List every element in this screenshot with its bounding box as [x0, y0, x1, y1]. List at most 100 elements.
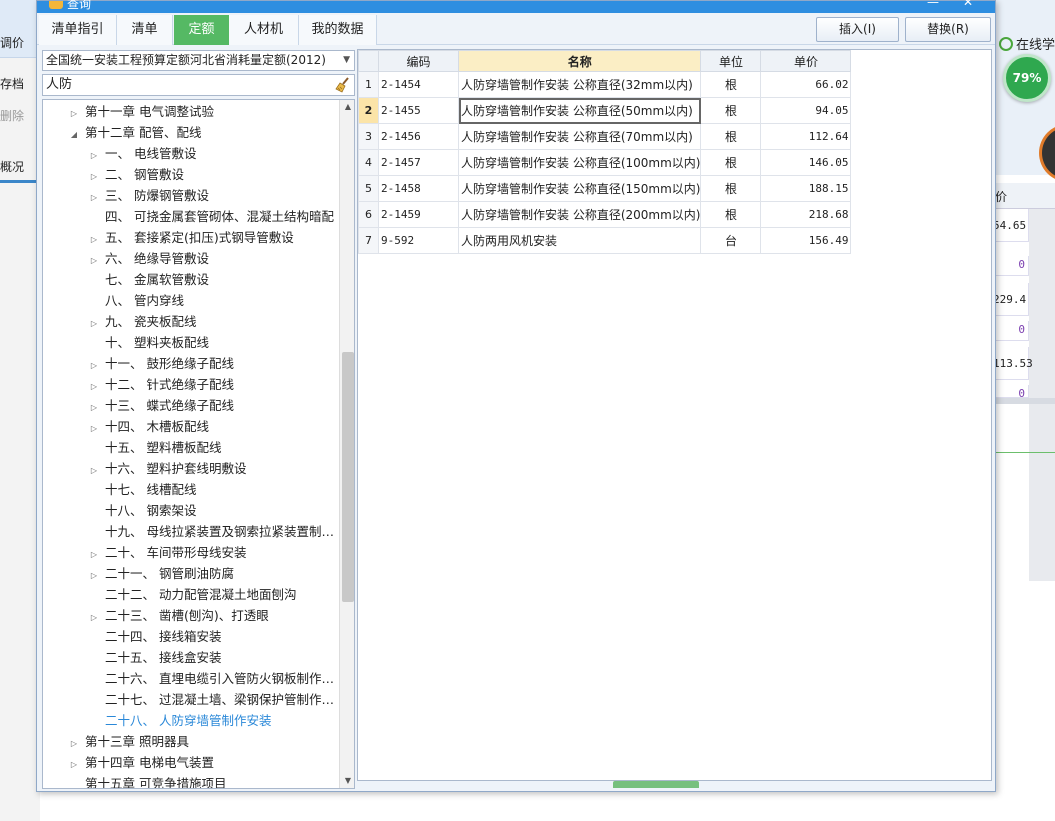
expand-arrow-icon[interactable]: ▷	[89, 460, 99, 481]
code-cell[interactable]: 2-1455	[378, 97, 459, 124]
online-learning-link[interactable]: 在线学	[999, 34, 1055, 53]
row-index-cell[interactable]: 5	[358, 175, 379, 202]
tree-item[interactable]: ▷ 二、 钢管敷设	[89, 164, 184, 185]
tree-item[interactable]: 十、 塑料夹板配线	[89, 332, 209, 353]
expand-arrow-icon[interactable]: ▷	[89, 376, 99, 397]
panel-resize-grip[interactable]	[613, 781, 699, 788]
code-cell[interactable]: 2-1458	[378, 175, 459, 202]
name-cell[interactable]: 人防两用风机安装	[457, 227, 702, 254]
tab-norm[interactable]: 定额	[174, 15, 229, 45]
name-cell[interactable]: 人防穿墙管制作安装 公称直径(150mm以内)	[457, 175, 702, 202]
name-cell[interactable]: 人防穿墙管制作安装 公称直径(70mm以内)	[457, 123, 702, 150]
price-cell[interactable]: 146.05	[760, 149, 852, 176]
dialog-titlebar[interactable]: 查询 — ✕	[37, 0, 995, 13]
unit-cell[interactable]: 根	[700, 201, 762, 228]
tree-item[interactable]: 二十七、 过混凝土墙、梁钢保护管制作…	[89, 689, 334, 710]
scroll-thumb[interactable]	[342, 352, 354, 602]
tree-item[interactable]: 十七、 线槽配线	[89, 479, 196, 500]
code-cell[interactable]: 2-1456	[378, 123, 459, 150]
expand-arrow-icon[interactable]: ▷	[89, 145, 99, 166]
expand-arrow-icon[interactable]: ▷	[89, 607, 99, 628]
price-cell[interactable]: 112.64	[760, 123, 852, 150]
price-cell[interactable]: 66.02	[760, 71, 852, 98]
code-cell[interactable]: 9-592	[378, 227, 459, 254]
code-cell[interactable]: 2-1454	[378, 71, 459, 98]
column-header-code[interactable]: 编码	[378, 50, 459, 72]
table-row[interactable]: 5 2-1458 人防穿墙管制作安装 公称直径(150mm以内) 根 188.15	[358, 175, 852, 202]
column-header-index[interactable]	[358, 50, 379, 72]
clear-broom-icon[interactable]	[335, 77, 351, 93]
tree-item[interactable]: 十八、 钢索架设	[89, 500, 196, 521]
row-index-cell[interactable]: 6	[358, 201, 379, 228]
tab-labor-material-machine[interactable]: 人材机	[229, 15, 299, 45]
row-index-cell[interactable]: 2	[358, 97, 379, 124]
progress-ring[interactable]: 79%	[1003, 54, 1051, 102]
tree-item[interactable]: 八、 管内穿线	[89, 290, 184, 311]
tree-item[interactable]: ▷ 二十、 车间带形母线安装	[89, 542, 247, 565]
search-input[interactable]: 人防	[42, 74, 355, 96]
tree-item[interactable]: 第十五章 可竞争措施项目	[69, 773, 226, 788]
row-index-cell[interactable]: 3	[358, 123, 379, 150]
code-cell[interactable]: 2-1459	[378, 201, 459, 228]
table-row[interactable]: 6 2-1459 人防穿墙管制作安装 公称直径(200mm以内) 根 218.68	[358, 201, 852, 228]
tree-item[interactable]: 二十八、 人防穿墙管制作安装	[89, 710, 271, 731]
tree-item[interactable]: ▷ 第十一章 电气调整试验	[69, 101, 214, 122]
tree-scrollbar[interactable]: ▲ ▼	[339, 100, 354, 788]
expand-arrow-icon[interactable]: ▷	[89, 544, 99, 565]
price-cell[interactable]: 188.15	[760, 175, 852, 202]
replace-button[interactable]: 替换(R)	[905, 17, 991, 42]
unit-cell[interactable]: 根	[700, 149, 762, 176]
expand-arrow-icon[interactable]: ▷	[69, 754, 79, 775]
name-cell[interactable]: 人防穿墙管制作安装 公称直径(32mm以内)	[457, 71, 702, 98]
price-cell[interactable]: 218.68	[760, 201, 852, 228]
expand-arrow-icon[interactable]: ▷	[89, 250, 99, 271]
tree-item[interactable]: ▷ 十四、 木槽板配线	[89, 416, 209, 437]
row-index-cell[interactable]: 7	[358, 227, 379, 254]
tab-list-guide[interactable]: 清单指引	[39, 15, 117, 45]
name-cell[interactable]: 人防穿墙管制作安装 公称直径(200mm以内)	[457, 201, 702, 228]
scroll-down-icon[interactable]: ▼	[340, 774, 354, 788]
background-label-archive[interactable]: 存档	[0, 75, 24, 92]
tree-item[interactable]: ▷ 二十三、 凿槽(刨沟)、打透眼	[89, 605, 269, 626]
tree-item[interactable]: ▷ 十六、 塑料护套线明敷设	[89, 458, 247, 481]
expand-arrow-icon[interactable]: ▷	[89, 313, 99, 334]
tree-item[interactable]: ▷ 五、 套接紧定(扣压)式钢导管敷设	[89, 227, 294, 248]
tree-item[interactable]: 十五、 塑料槽板配线	[89, 437, 221, 458]
column-header-price[interactable]: 单价	[760, 50, 852, 72]
table-row[interactable]: 2 2-1455 人防穿墙管制作安装 公称直径(50mm以内) 根 94.05	[358, 97, 852, 124]
column-header-name[interactable]: 名称	[457, 50, 702, 72]
tree-item[interactable]: ▷ 十三、 蝶式绝缘子配线	[89, 395, 234, 416]
tree-item[interactable]: ▷ 九、 瓷夹板配线	[89, 311, 197, 334]
tree-item[interactable]: ▷ 三、 防爆钢管敷设	[89, 185, 209, 206]
expand-arrow-icon[interactable]: ▷	[89, 418, 99, 439]
table-row[interactable]: 1 2-1454 人防穿墙管制作安装 公称直径(32mm以内) 根 66.02	[358, 71, 852, 98]
background-label-overview[interactable]: 概况	[0, 158, 24, 175]
tree-item[interactable]: ▷ 一、 电线管敷设	[89, 143, 197, 166]
tab-my-data[interactable]: 我的数据	[299, 15, 377, 45]
expand-arrow-icon[interactable]: ▷	[89, 355, 99, 376]
tree-item[interactable]: 四、 可挠金属套管砌体、混凝土结构暗配	[89, 206, 334, 227]
table-row[interactable]: 3 2-1456 人防穿墙管制作安装 公称直径(70mm以内) 根 112.64	[358, 123, 852, 150]
expand-arrow-icon[interactable]: ▷	[89, 187, 99, 208]
unit-cell[interactable]: 根	[700, 123, 762, 150]
tree-item[interactable]: 二十二、 动力配管混凝土地面刨沟	[89, 584, 296, 605]
table-row[interactable]: 4 2-1457 人防穿墙管制作安装 公称直径(100mm以内) 根 146.05	[358, 149, 852, 176]
name-cell[interactable]: 人防穿墙管制作安装 公称直径(50mm以内)	[457, 97, 702, 124]
tree-item[interactable]: 二十四、 接线箱安装	[89, 626, 221, 647]
tree-item[interactable]: 二十五、 接线盒安装	[89, 647, 221, 668]
expand-arrow-icon[interactable]: ▷	[89, 229, 99, 250]
code-cell[interactable]: 2-1457	[378, 149, 459, 176]
background-label-delete[interactable]: 删除	[0, 107, 24, 124]
tree-item[interactable]: ▷ 六、 绝缘导管敷设	[89, 248, 209, 269]
expand-arrow-icon[interactable]: ▷	[89, 397, 99, 418]
name-cell[interactable]: 人防穿墙管制作安装 公称直径(100mm以内)	[457, 149, 702, 176]
tree-item[interactable]: ▷ 十一、 鼓形绝缘子配线	[89, 353, 234, 374]
column-header-unit[interactable]: 单位	[700, 50, 762, 72]
row-index-cell[interactable]: 4	[358, 149, 379, 176]
row-index-cell[interactable]: 1	[358, 71, 379, 98]
tree-item[interactable]: ▷ 十二、 针式绝缘子配线	[89, 374, 234, 395]
price-cell[interactable]: 156.49	[760, 227, 852, 254]
tab-list[interactable]: 清单	[117, 15, 173, 45]
scroll-up-icon[interactable]: ▲	[340, 100, 354, 114]
tree-item[interactable]: ▷ 第十四章 电梯电气装置	[69, 752, 214, 773]
